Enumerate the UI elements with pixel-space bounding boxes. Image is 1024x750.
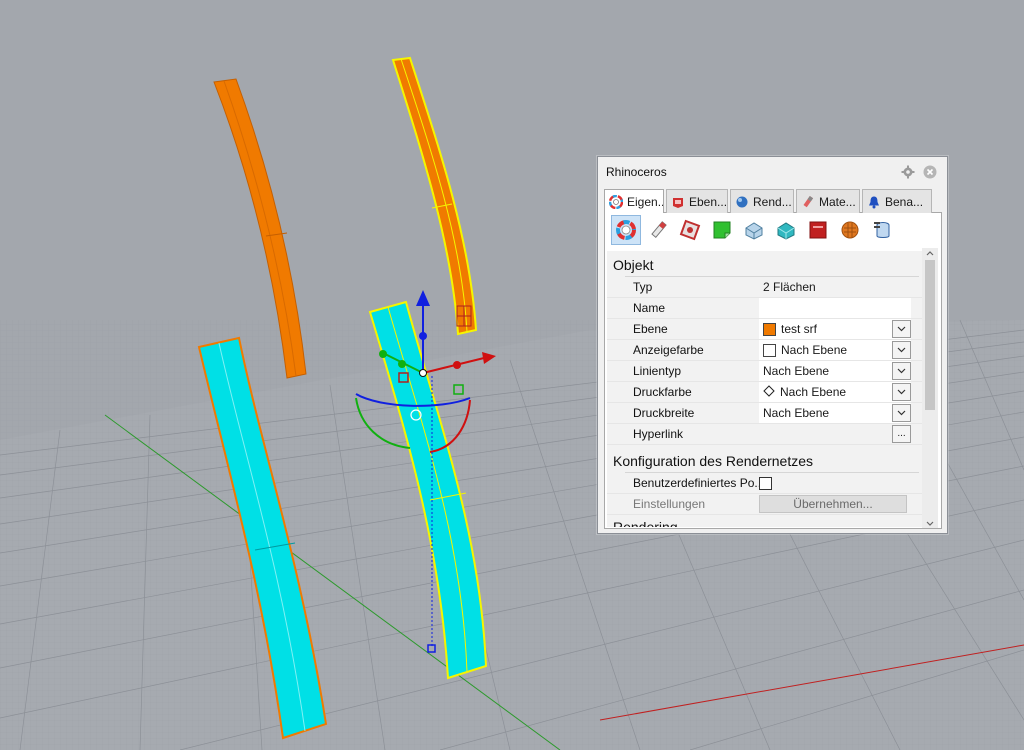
properties-panel: Rhinoceros Eigen... Eben... Rend... Mate…: [597, 156, 948, 534]
display-color-select[interactable]: Nach Ebene: [759, 340, 911, 360]
displacement-icon[interactable]: [739, 215, 769, 245]
property-row-custom-mesh: Benutzerdefiniertes Po...: [607, 473, 923, 494]
print-color-select[interactable]: Nach Ebene: [759, 382, 911, 402]
layer-color-swatch: [763, 322, 776, 336]
custom-mesh-checkbox[interactable]: [759, 476, 772, 490]
layers-icon: [671, 195, 685, 209]
tab-render[interactable]: Rend...: [730, 189, 794, 213]
property-row-layer: Ebene test srf: [607, 319, 923, 340]
tab-properties[interactable]: Eigen...: [604, 189, 664, 214]
name-field[interactable]: [759, 298, 911, 318]
property-row-print-color: Druckfarbe Nach Ebene: [607, 382, 923, 403]
properties-page-toolbar: [605, 213, 941, 247]
hyperlink-browse-button[interactable]: ...: [892, 425, 911, 443]
scroll-down-icon[interactable]: [922, 518, 938, 528]
property-row-mesh-settings: Einstellungen Übernehmen...: [607, 494, 923, 515]
display-color-swatch: [763, 343, 776, 357]
chevron-down-icon[interactable]: [892, 320, 911, 338]
print-width-select[interactable]: Nach Ebene: [759, 403, 911, 423]
section-title-rendering: Rendering: [613, 519, 678, 527]
database-icon[interactable]: [867, 215, 897, 245]
type-value: 2 Flächen: [763, 280, 816, 294]
property-row-hyperlink: Hyperlink ...: [607, 424, 923, 445]
curve-piping-icon[interactable]: [803, 215, 833, 245]
properties-list[interactable]: Objekt Typ 2 Flächen Name Ebene test srf…: [607, 251, 923, 527]
decal-icon[interactable]: [707, 215, 737, 245]
object-properties-icon[interactable]: [611, 215, 641, 245]
scrollbar-thumb[interactable]: [925, 260, 935, 410]
texture-map-icon[interactable]: [675, 215, 705, 245]
gear-icon[interactable]: [899, 163, 917, 181]
chevron-down-icon[interactable]: [892, 404, 911, 422]
property-row-name: Name: [607, 298, 923, 319]
tab-layers[interactable]: Eben...: [666, 189, 728, 213]
panel-tabs: Eigen... Eben... Rend... Mate... Bena...: [604, 189, 942, 214]
panel-title: Rhinoceros: [606, 165, 667, 179]
diamond-icon: [763, 384, 775, 400]
apply-button[interactable]: Übernehmen...: [759, 495, 907, 513]
section-title-object: Objekt: [613, 257, 654, 273]
layer-select[interactable]: test srf: [759, 319, 911, 339]
panel-titlebar[interactable]: Rhinoceros: [598, 157, 947, 187]
tab-notifications[interactable]: Bena...: [862, 189, 932, 213]
property-row-type: Typ 2 Flächen: [607, 277, 923, 298]
properties-scrollbar[interactable]: [922, 248, 938, 528]
property-row-display-color: Anzeigefarbe Nach Ebene: [607, 340, 923, 361]
render-sphere-icon: [735, 195, 749, 209]
tab-materials[interactable]: Mate...: [796, 189, 860, 213]
scroll-up-icon[interactable]: [922, 248, 938, 258]
panel-content: Objekt Typ 2 Flächen Name Ebene test srf…: [604, 213, 942, 529]
material-brush-icon: [801, 195, 815, 209]
hyperlink-field[interactable]: ...: [759, 424, 911, 444]
close-icon[interactable]: [921, 163, 939, 181]
edge-softening-icon[interactable]: [835, 215, 865, 245]
chevron-down-icon[interactable]: [892, 383, 911, 401]
chevron-down-icon[interactable]: [892, 362, 911, 380]
bell-icon: [867, 195, 881, 209]
color-wheel-icon: [608, 194, 624, 210]
chevron-down-icon[interactable]: [892, 341, 911, 359]
pencil-icon[interactable]: [643, 215, 673, 245]
shell-icon[interactable]: [771, 215, 801, 245]
property-row-linetype: Linientyp Nach Ebene: [607, 361, 923, 382]
linetype-select[interactable]: Nach Ebene: [759, 361, 911, 381]
property-row-print-width: Druckbreite Nach Ebene: [607, 403, 923, 424]
section-title-render-mesh: Konfiguration des Rendernetzes: [613, 453, 814, 469]
